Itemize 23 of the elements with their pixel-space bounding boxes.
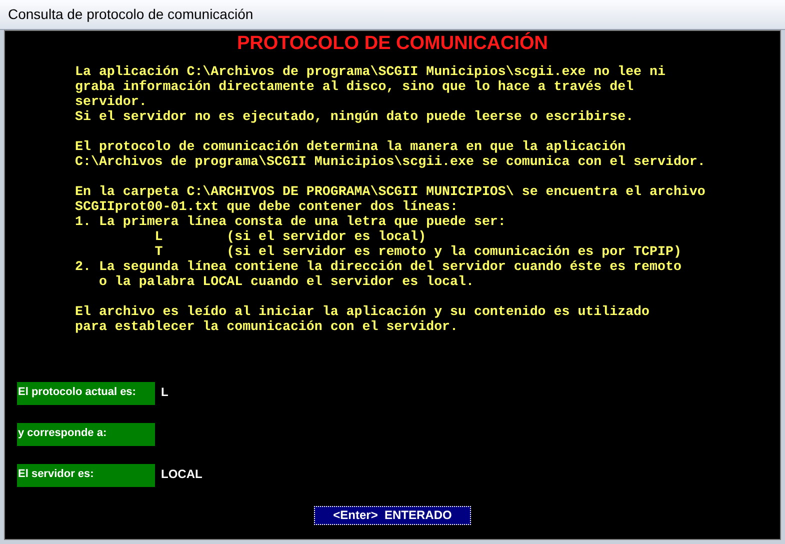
- field-value: L: [161, 384, 168, 399]
- field-value: LOCAL: [161, 466, 202, 481]
- field-label: El protocolo actual es:: [17, 382, 155, 405]
- text-line: o la palabra LOCAL cuando el servidor es local.: [98, 274, 474, 289]
- window-title: Consulta de protocolo de comunicación: [8, 5, 254, 24]
- text-line: El protocolo de comunicación determina la manera en que la aplicación: [75, 139, 626, 154]
- text-line: El archivo es leído al iniciar la aplicación y su contenido es utilizado: [75, 304, 650, 319]
- text-line: L (si el servidor es local): [154, 229, 426, 244]
- text-line: En la carpeta C:\ARCHIVOS DE PROGRAMA\SCGII MUNICIPIOS\ se encuentra el archivo: [75, 184, 706, 199]
- text-line: graba información directamente al disco, sino que lo hace a través del: [75, 79, 634, 94]
- text-line: C:\Archivos de programa\SCGII Municipios\scgii.exe se comunica con el servidor.: [75, 154, 706, 169]
- text-line: T (si el servidor es remoto y la comunicación es por TCPIP): [154, 244, 682, 259]
- text-line: La aplicación C:\Archivos de programa\SCGII Municipios\scgii.exe no lee ni: [75, 64, 666, 79]
- text-line: Si el servidor no es ejecutado, ningún dato puede leerse o escribirse.: [75, 109, 634, 124]
- enterado-button[interactable]: <Enter> ENTERADO: [314, 506, 471, 525]
- text-line: 1. La primera línea consta de una letra que puede ser:: [75, 214, 506, 229]
- heading: PROTOCOLO DE COMUNICACIÓN: [236, 32, 548, 56]
- field-label: El servidor es:: [17, 464, 155, 487]
- field-label: y corresponde a:: [17, 423, 155, 446]
- text-line: para establecer la comunicación con el servidor.: [75, 319, 458, 334]
- text-line: SCGIIprot00-01.txt que debe contener dos líneas:: [75, 199, 458, 214]
- text-line: 2. La segunda línea contiene la dirección del servidor cuando éste es remoto: [75, 259, 682, 274]
- text-line: servidor.: [75, 94, 147, 109]
